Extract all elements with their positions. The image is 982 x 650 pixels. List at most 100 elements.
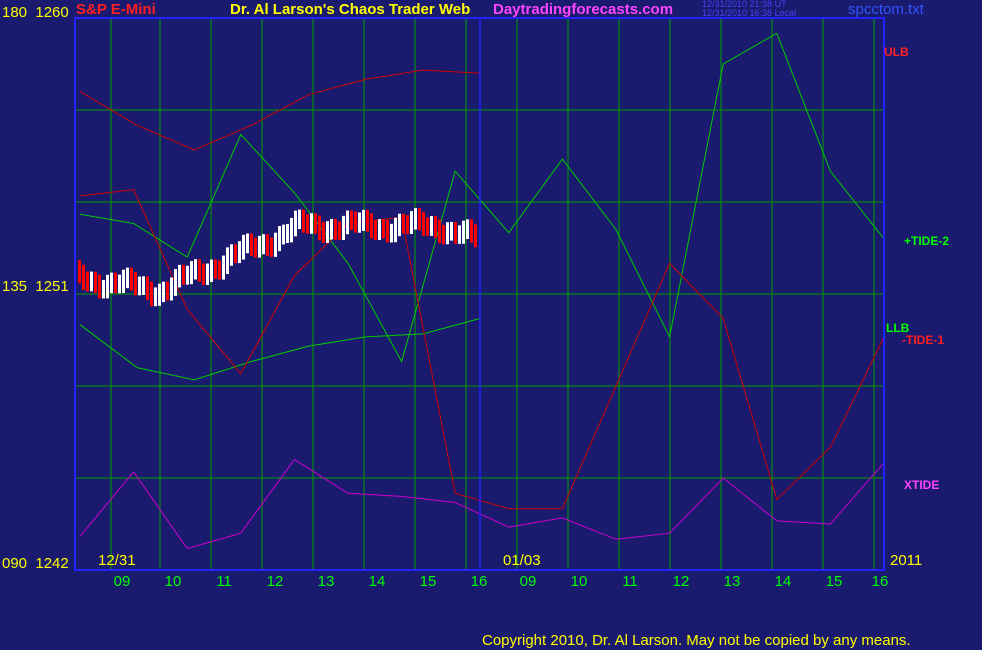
x-tick-label: 15	[419, 573, 437, 590]
price-bar	[342, 215, 345, 241]
price-bar	[390, 223, 393, 243]
price-bar	[458, 225, 461, 244]
price-bar	[354, 211, 357, 233]
y-top-label: 180 1260	[2, 4, 69, 21]
file-name: spcctom.txt	[848, 1, 924, 18]
price-bar	[182, 264, 185, 285]
price-bar	[194, 259, 197, 280]
timestamp-local: 12/31/2010 16:38 Local	[702, 8, 797, 18]
price-bar	[82, 264, 85, 290]
price-bar	[350, 210, 353, 230]
price-bar	[398, 213, 401, 237]
price-bar	[302, 209, 305, 233]
site-link[interactable]: Daytradingforecasts.com	[493, 1, 673, 18]
price-bar	[330, 218, 333, 240]
price-bar	[190, 261, 193, 285]
x-tick-label: 16	[470, 573, 488, 590]
price-bar	[310, 213, 313, 234]
price-bar	[294, 210, 297, 237]
price-bar	[134, 272, 137, 296]
price-bars	[78, 208, 477, 307]
x-tick-label: 13	[317, 573, 335, 590]
price-bar	[322, 221, 325, 243]
price-bar	[122, 269, 125, 294]
price-bar	[450, 221, 453, 241]
price-bar	[394, 217, 397, 243]
xtide-label: XTIDE	[904, 478, 940, 492]
price-bar	[90, 271, 93, 292]
price-bar	[230, 244, 233, 266]
price-bar	[474, 224, 477, 248]
price-bar	[266, 234, 269, 256]
price-bar	[414, 208, 417, 230]
x-tick-label: 09	[113, 573, 131, 590]
price-bar	[430, 216, 433, 236]
x-tick-label: 09	[519, 573, 537, 590]
price-bar	[186, 265, 189, 285]
price-bar	[210, 259, 213, 282]
price-bar	[214, 259, 217, 279]
price-bar	[202, 263, 205, 285]
price-bar	[358, 212, 361, 233]
price-bar	[118, 274, 121, 294]
x-tick-label: 14	[368, 573, 386, 590]
price-bar	[138, 276, 141, 296]
price-bar	[146, 276, 149, 301]
price-bar	[178, 264, 181, 288]
timestamp-ut: 12/31/2010 21:38 UT	[702, 0, 787, 9]
price-bar	[262, 234, 265, 255]
price-bar	[338, 221, 341, 241]
price-bar	[174, 269, 177, 296]
price-bar	[142, 276, 145, 295]
x-tick-label: 11	[622, 573, 638, 590]
price-bar	[462, 220, 465, 244]
price-bar	[370, 213, 373, 239]
series--tide-2	[79, 32, 885, 363]
price-bar	[402, 213, 405, 234]
price-bar	[314, 213, 317, 234]
price-bar	[78, 260, 81, 284]
price-bar	[206, 263, 209, 285]
price-bar	[234, 244, 237, 264]
price-bar	[154, 287, 157, 307]
series-xtide	[79, 458, 885, 550]
price-bar	[218, 260, 221, 280]
price-bar	[130, 267, 133, 291]
price-bar	[298, 209, 301, 230]
tide1-label: -TIDE-1	[902, 333, 944, 347]
price-bar	[238, 241, 241, 264]
x-tick-label: 12	[266, 573, 284, 590]
price-bar	[362, 209, 365, 231]
price-bar	[198, 259, 201, 282]
price-bar	[382, 219, 385, 239]
x-tick-label: 10	[164, 573, 182, 590]
price-bar	[126, 267, 129, 289]
price-bar	[434, 216, 437, 238]
price-bar	[242, 234, 245, 260]
y-mid-deg: 135	[2, 278, 28, 295]
chart	[74, 17, 885, 571]
date-label-right: 2011	[890, 552, 923, 569]
price-bar	[254, 237, 257, 258]
y-bottom-deg: 090	[2, 555, 28, 572]
price-bar	[290, 217, 293, 243]
x-tick-label: 11	[216, 573, 232, 590]
price-bar	[166, 281, 169, 301]
x-tick-label: 14	[774, 573, 792, 590]
price-bar	[226, 247, 229, 274]
y-top-price: 1260	[35, 4, 69, 21]
price-bar	[378, 219, 381, 241]
y-bottom-label: 090 1242	[2, 555, 69, 572]
price-bar	[366, 209, 369, 232]
series-lines	[79, 32, 885, 550]
price-bar	[158, 283, 161, 306]
price-bar	[326, 221, 329, 243]
price-bar	[374, 219, 377, 241]
price-bar	[282, 224, 285, 245]
price-bar	[98, 274, 101, 299]
price-bar	[258, 235, 261, 258]
price-bar	[410, 211, 413, 234]
price-bar	[94, 271, 97, 294]
price-bar	[246, 233, 249, 254]
price-bar	[106, 274, 109, 299]
